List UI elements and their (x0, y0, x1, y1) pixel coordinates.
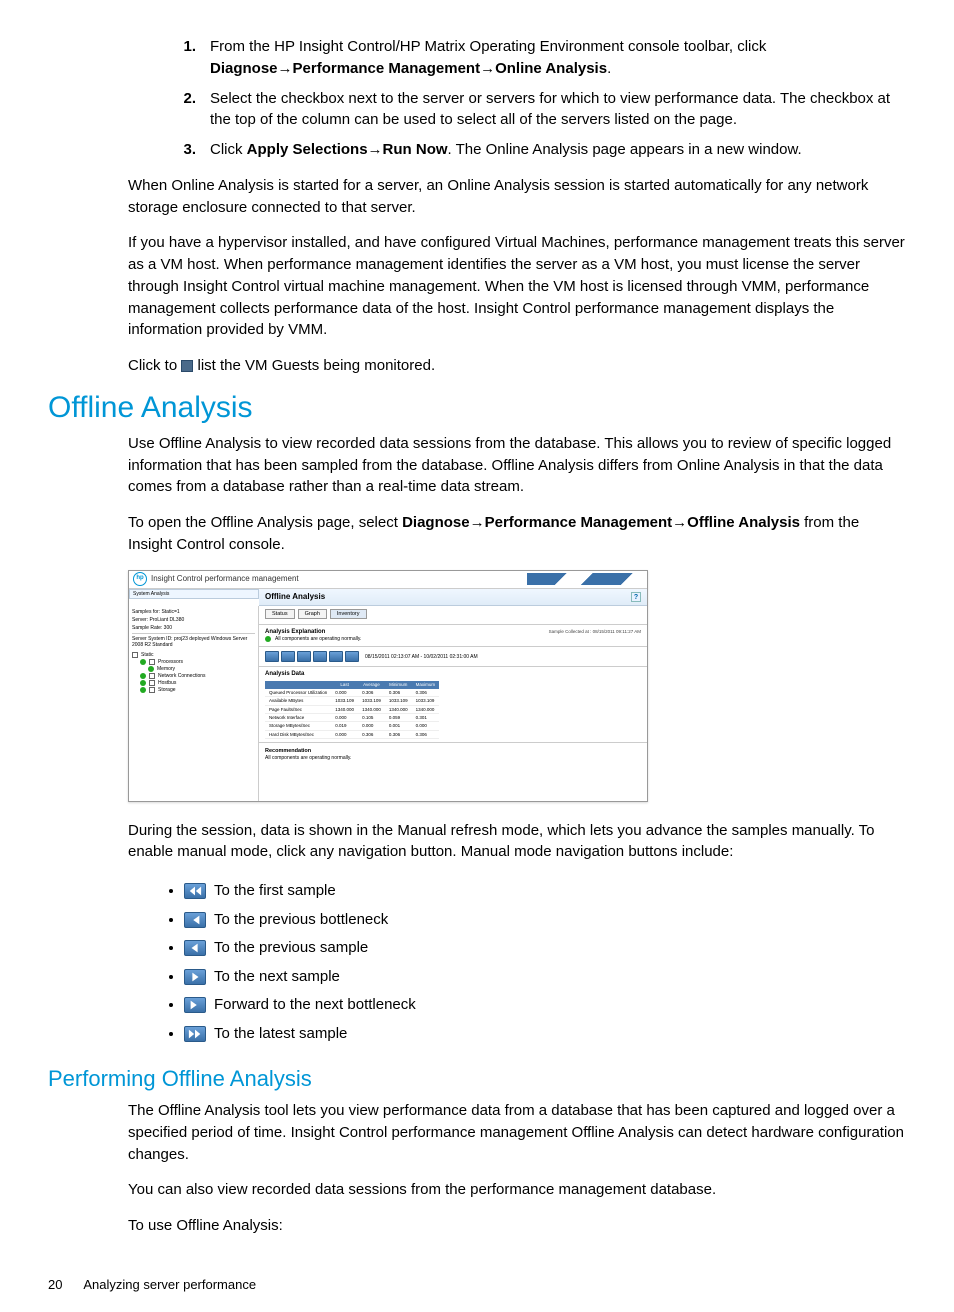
nav-last-icon[interactable] (345, 651, 359, 662)
paragraph: To use Offline Analysis: (128, 1215, 906, 1237)
tree-view: Static Processors Memory Network Connect… (132, 652, 255, 693)
prev-sample-icon (184, 940, 206, 956)
nav-next-bottleneck-icon[interactable] (329, 651, 343, 662)
step-body: From the HP Insight Control/HP Matrix Op… (210, 36, 906, 80)
paragraph: Use Offline Analysis to view recorded da… (128, 433, 906, 498)
nav-prev-bottleneck-icon[interactable] (281, 651, 295, 662)
tab-bar: Status Graph Inventory (259, 606, 647, 623)
sidebar: Samples for: Static=1 Server: ProLiant D… (129, 606, 259, 801)
nav-next-icon[interactable] (313, 651, 327, 662)
step-body: Click Apply Selections→Run Now. The Onli… (210, 139, 906, 161)
step-body: Select the checkbox next to the server o… (210, 88, 906, 132)
app-title: Insight Control performance management (151, 574, 299, 584)
next-sample-icon (184, 969, 206, 985)
nav-first-icon[interactable] (265, 651, 279, 662)
paragraph: During the session, data is shown in the… (128, 820, 906, 864)
tab-graph[interactable]: Graph (298, 609, 327, 620)
analysis-data-title: Analysis Data (259, 669, 647, 678)
offline-analysis-screenshot: hp Insight Control performance managemen… (128, 570, 648, 802)
recommendation-text: All components are operating normally. (265, 755, 351, 761)
hp-logo-icon: hp (133, 572, 147, 586)
recommendation-title: Recommendation (265, 748, 311, 754)
page-number: 20 (48, 1277, 62, 1292)
paragraph: You can also view recorded data sessions… (128, 1179, 906, 1201)
tab-inventory[interactable]: Inventory (330, 609, 367, 620)
page-footer: 20 Analyzing server performance (0, 1277, 954, 1312)
breadcrumb: System Analysis (129, 589, 259, 599)
expand-vm-icon (181, 360, 193, 372)
first-sample-icon (184, 883, 206, 899)
paragraph: If you have a hypervisor installed, and … (128, 232, 906, 341)
paragraph: When Online Analysis is started for a se… (128, 175, 906, 219)
last-sample-icon (184, 1026, 206, 1042)
step-number: 1. (168, 36, 196, 80)
paragraph: Click to list the VM Guests being monito… (128, 355, 906, 377)
sample-nav-bar: 08/15/2011 02:13:07 AM - 10/02/2011 02:3… (259, 649, 647, 664)
step-number: 3. (168, 139, 196, 161)
window-decoration (527, 573, 647, 585)
prev-bottleneck-icon (184, 912, 206, 928)
next-bottleneck-icon (184, 997, 206, 1013)
status-ok-icon (265, 636, 271, 642)
nav-button-list: To the first sample To the previous bott… (184, 877, 906, 1048)
ordered-steps: 1. From the HP Insight Control/HP Matrix… (168, 36, 906, 161)
help-icon[interactable]: ? (631, 592, 641, 602)
footer-title: Analyzing server performance (83, 1277, 256, 1292)
paragraph: To open the Offline Analysis page, selec… (128, 512, 906, 556)
tab-status[interactable]: Status (265, 609, 295, 620)
panel-title: Offline Analysis (265, 592, 325, 602)
heading-performing-offline-analysis: Performing Offline Analysis (48, 1066, 906, 1092)
nav-prev-icon[interactable] (297, 651, 311, 662)
timestamp-range: 08/15/2011 02:13:07 AM - 10/02/2011 02:3… (365, 654, 478, 660)
paragraph: The Offline Analysis tool lets you view … (128, 1100, 906, 1165)
heading-offline-analysis: Offline Analysis (48, 391, 906, 425)
analysis-data-table: Last Average Minimum Maximum Queued Proc… (265, 681, 439, 739)
sample-collected-label: Sample Collected at : 08/15/2011 09:11:2… (549, 627, 647, 644)
analysis-explanation-title: Analysis Explanation (259, 627, 549, 636)
step-number: 2. (168, 88, 196, 132)
